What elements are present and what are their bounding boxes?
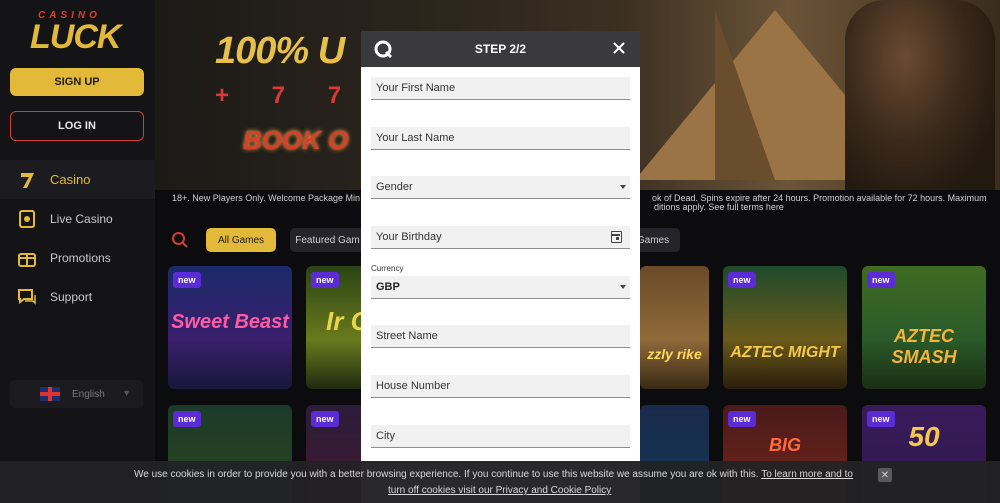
game-tile[interactable]: new Sweet Beast <box>168 266 292 389</box>
house-number-field[interactable]: House Number <box>371 375 630 398</box>
cookie-policy-link[interactable]: turn off cookies visit our Privacy and C… <box>388 485 611 496</box>
game-title: zzly rike <box>647 346 702 362</box>
currency-select-value: GBP <box>376 281 400 293</box>
live-casino-icon <box>16 208 38 230</box>
logo-main-text: LUCK <box>30 18 121 56</box>
game-tile[interactable]: new AZTEC MIGHT <box>723 266 847 389</box>
new-badge: new <box>311 272 339 288</box>
sidebar: CASINO LUCK SIGN UP LOG IN Casino Live C… <box>0 0 155 503</box>
gender-select[interactable]: Gender <box>371 176 630 199</box>
cookie-message: We use cookies in order to provide you w… <box>134 469 762 480</box>
promo-headline: 100% U <box>215 30 345 72</box>
calendar-icon[interactable] <box>611 231 622 243</box>
terms-text-right-2[interactable]: ditions apply. See full terms here <box>654 202 784 213</box>
language-label: English <box>72 388 105 400</box>
uk-flag-icon <box>40 387 60 401</box>
close-icon[interactable] <box>610 39 628 57</box>
dropdown-arrow-icon <box>620 185 626 189</box>
chevron-down-icon: ▼ <box>122 388 131 398</box>
game-title: Sweet Beast <box>171 311 289 333</box>
log-in-button[interactable]: LOG IN <box>10 111 144 141</box>
game-title: AZTEC SMASH <box>891 326 957 367</box>
cookie-learn-more-link[interactable]: To learn more and to <box>761 469 853 480</box>
gender-select-label: Gender <box>376 181 413 193</box>
game-tile[interactable]: zzly rike <box>640 266 709 389</box>
tab-all-games[interactable]: All Games <box>206 228 276 252</box>
tab-featured-games[interactable]: Featured Gam <box>290 228 365 252</box>
language-selector[interactable]: English ▼ <box>10 380 143 408</box>
sidebar-item-label: Support <box>50 289 93 304</box>
seven-icon <box>16 169 38 191</box>
explorer-character-image <box>845 0 995 190</box>
game-title: 50 <box>908 421 940 452</box>
sidebar-item-live-casino[interactable]: Live Casino <box>0 199 155 238</box>
new-badge: new <box>728 411 756 427</box>
new-badge: new <box>728 272 756 288</box>
dropdown-arrow-icon <box>620 285 626 289</box>
modal-header: STEP 2/2 <box>361 31 640 67</box>
registration-modal: STEP 2/2 Your First Name Your Last Name … <box>361 31 640 503</box>
sign-up-button[interactable]: SIGN UP <box>10 68 144 96</box>
sidebar-item-support[interactable]: Support <box>0 277 155 316</box>
game-title: AZTEC MIGHT <box>730 344 840 361</box>
cookie-banner: We use cookies in order to provide you w… <box>0 461 1000 503</box>
currency-select[interactable]: GBP <box>371 276 630 299</box>
new-badge: new <box>867 272 895 288</box>
game-tile[interactable]: new AZTEC SMASH <box>862 266 986 389</box>
cookie-text: We use cookies in order to provide you w… <box>134 469 853 480</box>
gift-icon <box>16 247 38 269</box>
sidebar-item-label: Casino <box>50 172 91 187</box>
search-icon[interactable] <box>171 231 189 249</box>
street-name-field[interactable]: Street Name <box>371 325 630 348</box>
first-name-field[interactable]: Your First Name <box>371 77 630 100</box>
sidebar-nav: Casino Live Casino Promotions Support <box>0 160 155 316</box>
last-name-field[interactable]: Your Last Name <box>371 127 630 150</box>
modal-title: STEP 2/2 <box>474 42 527 56</box>
new-badge: new <box>311 411 339 427</box>
sidebar-item-casino[interactable]: Casino <box>0 160 155 199</box>
birthday-field[interactable]: Your Birthday <box>371 226 630 249</box>
chat-icon <box>16 286 38 308</box>
game-title: BIG <box>768 435 801 455</box>
new-badge: new <box>173 411 201 427</box>
currency-label: Currency <box>371 264 404 273</box>
terms-text-left: 18+. New Players Only. Welcome Package M… <box>172 193 360 203</box>
new-badge: new <box>173 272 201 288</box>
cookie-close-button[interactable]: ✕ <box>878 468 892 482</box>
birthday-field-label: Your Birthday <box>376 231 442 243</box>
sidebar-item-promotions[interactable]: Promotions <box>0 238 155 277</box>
book-of-dead-logo: BOOK O <box>243 125 349 155</box>
sidebar-item-label: Live Casino <box>50 211 113 226</box>
pyramid-shadow <box>715 10 775 180</box>
casino-luck-logo[interactable]: CASINO LUCK <box>30 10 125 56</box>
city-field[interactable]: City <box>371 425 630 448</box>
sidebar-item-label: Promotions <box>50 250 111 265</box>
